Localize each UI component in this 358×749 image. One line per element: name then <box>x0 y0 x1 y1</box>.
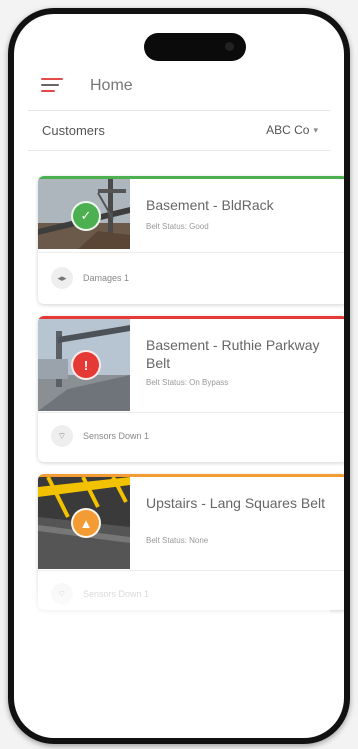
card-footer: ⌔ Sensors Down 1 <box>38 572 344 610</box>
customers-label: Customers <box>42 122 105 138</box>
belt-status: Belt Status: Good <box>146 222 209 231</box>
page-title: Home <box>90 77 133 94</box>
phone-screen: Home Customers ABC Co ▾ ✓ Basement - Bld… <box>14 14 344 738</box>
card-divider <box>38 252 344 253</box>
customer-dropdown[interactable]: ABC Co ▾ <box>266 123 318 137</box>
belt-status: Belt Status: None <box>146 536 209 545</box>
sensor-icon: ⌔ <box>51 425 73 447</box>
status-good-check-icon: ✓ <box>71 201 101 231</box>
belt-name: Basement - Ruthie Parkway Belt <box>146 337 320 371</box>
app-header: Home <box>28 62 330 111</box>
card-divider <box>38 412 344 413</box>
sensor-icon: ⌔ <box>51 583 73 605</box>
status-error-alert-icon: ! <box>71 350 101 380</box>
footer-text: Sensors Down 1 <box>83 431 150 441</box>
hamburger-menu-icon[interactable] <box>41 78 63 94</box>
phone-frame: Home Customers ABC Co ▾ ✓ Basement - Bld… <box>8 8 350 744</box>
belt-card-basement-bldrack[interactable]: ✓ Basement - BldRack Belt Status: Good ◂… <box>38 176 344 304</box>
footer-text: Sensors Down 1 <box>83 589 150 599</box>
customer-selector-row: Customers ABC Co ▾ <box>28 110 330 151</box>
chevron-down-icon: ▾ <box>313 124 318 135</box>
card-footer: ⌔ Sensors Down 1 <box>38 414 344 458</box>
belt-status: Belt Status: On Bypass <box>146 378 229 387</box>
damage-icon: ◂▸ <box>51 267 73 289</box>
belt-card-upstairs-lang-squares[interactable]: ▲ Upstairs - Lang Squares Belt Belt Stat… <box>38 474 344 610</box>
card-divider <box>38 570 344 571</box>
app-container: Home Customers ABC Co ▾ ✓ Basement - Bld… <box>28 28 344 724</box>
card-footer: ◂▸ Damages 1 <box>38 256 344 300</box>
belt-name: Basement - BldRack <box>146 197 274 213</box>
belt-name: Upstairs - Lang Squares Belt <box>146 495 325 511</box>
footer-text: Damages 1 <box>83 273 130 283</box>
belt-card-basement-ruthie-parkway[interactable]: ! Basement - Ruthie Parkway Belt Belt St… <box>38 316 344 462</box>
customer-selected-value: ABC Co <box>266 123 310 137</box>
status-warning-triangle-icon: ▲ <box>71 508 101 538</box>
